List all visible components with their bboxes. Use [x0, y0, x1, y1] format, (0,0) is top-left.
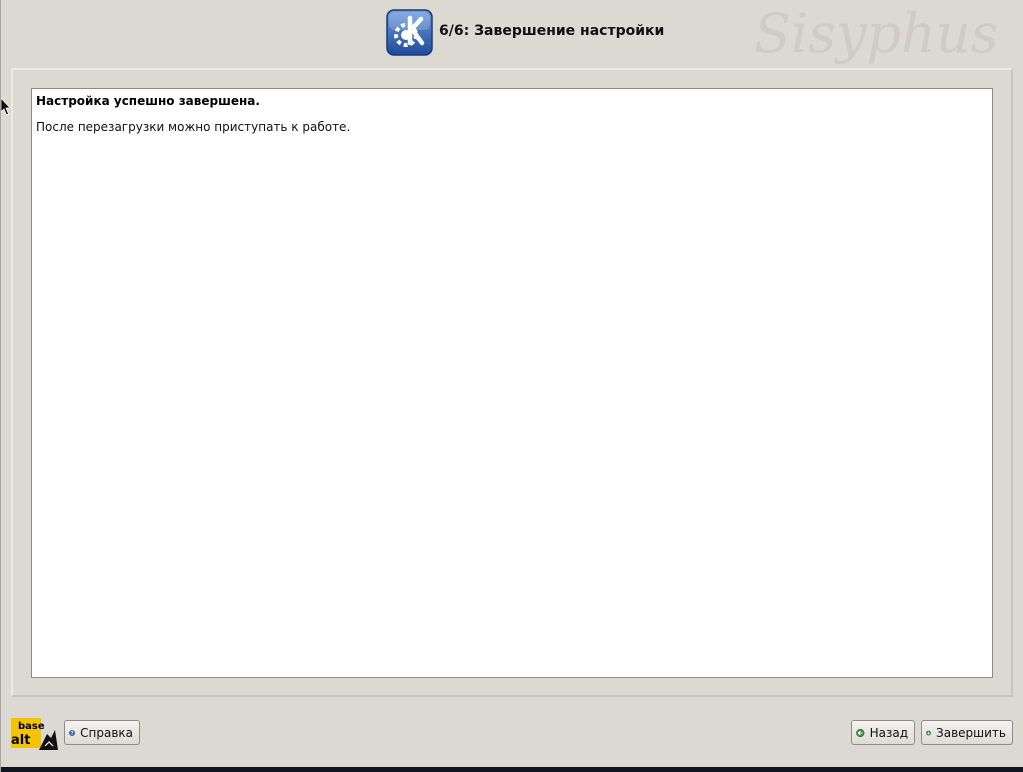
installer-window: Sisyphus 6/6: Завершение настройки Настр… — [0, 0, 1023, 772]
arrow-down-icon — [926, 730, 931, 735]
wizard-header: Sisyphus 6/6: Завершение настройки — [1, 0, 1023, 66]
watermark-text: Sisyphus — [754, 2, 998, 65]
question-icon: ? — [69, 729, 76, 736]
basealt-logo: base alt — [11, 718, 58, 750]
mouse-cursor-icon — [1, 98, 11, 116]
logo-text-base: base — [18, 721, 45, 732]
arrow-left-icon — [856, 728, 865, 737]
finish-button-label: Завершить — [936, 725, 1006, 740]
step-title: 6/6: Завершение настройки — [439, 23, 665, 39]
finish-button[interactable]: Завершить — [921, 720, 1013, 745]
message-text: После перезагрузки можно приступать к ра… — [36, 120, 351, 134]
help-button-label: Справка — [80, 725, 133, 740]
sisyphus-watermark: Sisyphus — [754, 2, 998, 65]
screen-bottom-edge — [1, 767, 1023, 772]
message-title: Настройка успешно завершена. — [36, 94, 260, 108]
kde-logo-icon — [386, 9, 433, 56]
help-button[interactable]: ? Справка — [64, 720, 140, 745]
message-panel: Настройка успешно завершена. После перез… — [31, 88, 993, 678]
back-button-label: Назад — [869, 725, 908, 740]
logo-text-alt: alt — [11, 733, 30, 748]
back-button[interactable]: Назад — [851, 720, 915, 745]
